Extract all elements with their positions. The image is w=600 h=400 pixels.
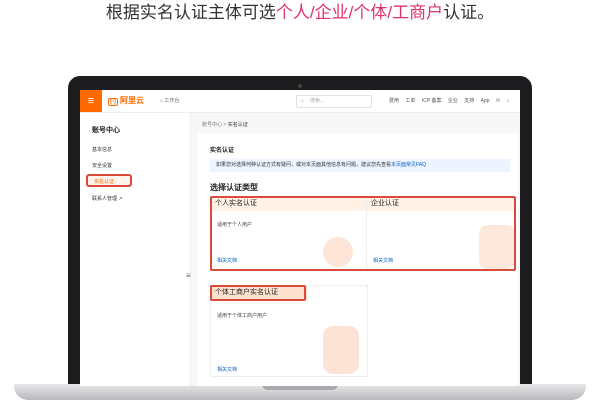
home-icon: ⌂ xyxy=(160,98,164,104)
nav-cost[interactable]: 费用 xyxy=(389,98,399,104)
bell-icon[interactable]: ♪ xyxy=(507,98,510,104)
enterprise-auth-card[interactable]: 企业认证 相关文档 xyxy=(366,196,516,270)
business-auth-doc-link[interactable]: 相关文档 xyxy=(217,366,237,373)
top-nav: 费用 工单 ICP 备案 企业 支持 App ✉ ♪ xyxy=(389,97,514,105)
caption-highlight: 个人/企业/个体/工商户 xyxy=(275,3,444,22)
sidebar-item-contacts[interactable]: 联系人管理 ↗ xyxy=(92,195,123,203)
business-auth-title: 个体工商户实名认证 xyxy=(211,286,307,300)
camera-icon xyxy=(298,84,302,88)
content-card: 实名认证 如果您对选择何种认证方式有疑问，或对本页面其他信息有问题，建议您先查看… xyxy=(198,133,518,386)
sidebar: 账号中心 基本信息 安全设置 实名认证 联系人管理 ↗ ≡ xyxy=(80,113,191,386)
business-auth-desc: 适用于个体工商户用户 xyxy=(217,313,268,319)
breadcrumb: 账号中心 > 实名认证 xyxy=(202,121,248,129)
menu-icon[interactable]: ≡ xyxy=(80,90,102,112)
personal-auth-card[interactable]: 个人实名认证 适用于个人用户 相关文档 xyxy=(210,196,368,270)
caption: 根据实名认证主体可选个人/企业/个体/工商户认证。 xyxy=(0,0,600,30)
choose-type-title: 选择认证类型 xyxy=(210,183,258,192)
enterprise-auth-title: 企业认证 xyxy=(367,197,515,211)
caption-suffix: 认证。 xyxy=(443,3,495,22)
faq-notice: 如果您对选择何种认证方式有疑问，或对本页面其他信息有问题，建议您先查看本页面常见… xyxy=(210,159,510,172)
building-illustration-icon xyxy=(479,225,515,269)
message-icon[interactable]: ✉ xyxy=(496,98,500,104)
search-input[interactable]: ⌕ 搜索... xyxy=(296,95,372,108)
enterprise-auth-doc-link[interactable]: 相关文档 xyxy=(373,257,393,264)
nav-support[interactable]: 支持 xyxy=(464,98,474,104)
caption-prefix: 根据实名认证主体可选 xyxy=(105,3,276,22)
aliyun-logo[interactable]: (-) 阿里云 xyxy=(108,96,144,106)
collapse-handle-icon[interactable]: ≡ xyxy=(186,271,191,280)
laptop-screen: ≡ (-) 阿里云 ⌂ 工作台 ⌕ 搜索... 费用 工单 ICP 备案 企业 支… xyxy=(80,90,520,386)
breadcrumb-root[interactable]: 账号中心 xyxy=(202,122,222,128)
person-illustration-icon xyxy=(323,237,353,267)
search-icon: ⌕ xyxy=(301,98,304,104)
sidebar-item-real-name[interactable]: 实名认证 xyxy=(86,174,132,187)
sidebar-item-security[interactable]: 安全设置 xyxy=(92,162,112,170)
personal-auth-desc: 适用于个人用户 xyxy=(217,222,253,228)
console-topbar: ≡ (-) 阿里云 ⌂ 工作台 ⌕ 搜索... 费用 工单 ICP 备案 企业 支… xyxy=(80,90,520,113)
workbench-link[interactable]: ⌂ 工作台 xyxy=(160,97,179,105)
faq-link[interactable]: 本页面常见FAQ xyxy=(391,162,426,168)
breadcrumb-current: 实名认证 xyxy=(227,122,248,128)
section-title: 实名认证 xyxy=(210,148,235,154)
shop-illustration-icon xyxy=(323,326,359,374)
logo-bracket-icon: (-) xyxy=(108,98,118,106)
business-auth-card[interactable]: 个体工商户实名认证 适用于个体工商户用户 相关文档 xyxy=(210,285,368,377)
nav-ticket[interactable]: 工单 xyxy=(405,98,415,104)
main-content: 账号中心 > 实名认证 实名认证 如果您对选择何种认证方式有疑问，或对本页面其他… xyxy=(191,113,520,386)
personal-auth-doc-link[interactable]: 相关文档 xyxy=(217,257,237,264)
nav-icp[interactable]: ICP 备案 xyxy=(422,98,442,104)
sidebar-item-basic-info[interactable]: 基本信息 xyxy=(92,146,112,154)
breadcrumb-separator: > xyxy=(223,122,227,128)
sidebar-title: 账号中心 xyxy=(92,127,120,134)
personal-auth-title: 个人实名认证 xyxy=(211,197,367,211)
nav-app[interactable]: App xyxy=(481,98,490,104)
external-link-icon: ↗ xyxy=(118,196,123,202)
nav-enterprise[interactable]: 企业 xyxy=(448,98,458,104)
